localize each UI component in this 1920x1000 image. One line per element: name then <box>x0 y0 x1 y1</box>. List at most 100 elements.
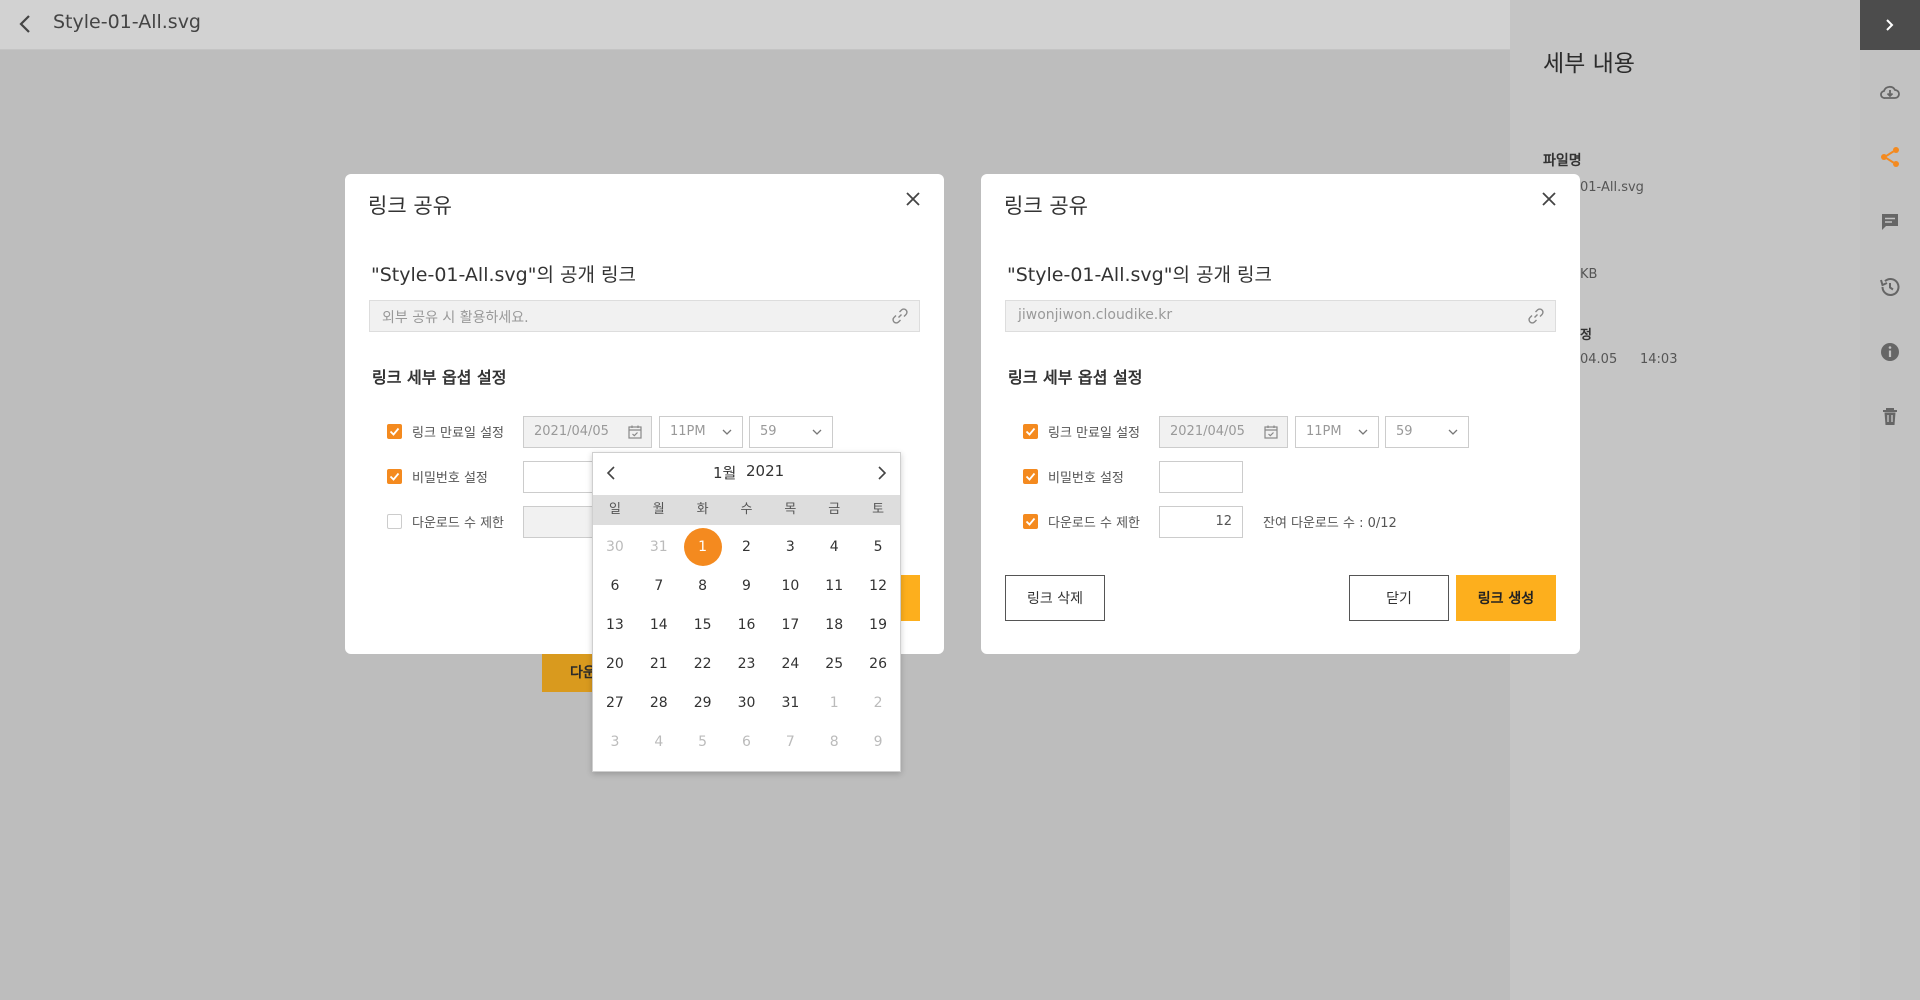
comment-icon[interactable] <box>1878 210 1902 234</box>
calendar-day[interactable]: 11 <box>812 566 856 605</box>
calendar-day[interactable]: 25 <box>812 644 856 683</box>
calendar-day[interactable]: 8 <box>681 566 725 605</box>
calendar-day[interactable]: 19 <box>856 605 900 644</box>
calendar-day[interactable]: 9 <box>856 722 900 761</box>
calendar-day[interactable]: 30 <box>725 683 769 722</box>
calendar-day-number: 12 <box>869 577 887 594</box>
calendar-day-number: 18 <box>825 616 844 633</box>
share-icon[interactable] <box>1878 145 1902 169</box>
calendar-day[interactable]: 30 <box>593 527 637 566</box>
back-arrow-icon[interactable] <box>14 12 38 36</box>
options-title: 링크 세부 옵셥 설정 <box>1008 368 1143 387</box>
calendar-day[interactable]: 2 <box>856 683 900 722</box>
link-icon[interactable] <box>1527 307 1545 325</box>
calendar-day[interactable]: 27 <box>593 683 637 722</box>
calendar-day[interactable]: 10 <box>768 566 812 605</box>
calendar-day[interactable]: 13 <box>593 605 637 644</box>
password-input[interactable] <box>1159 461 1243 493</box>
public-link-input[interactable]: jiwonjiwon.cloudike.kr <box>1005 300 1556 332</box>
calendar-day[interactable]: 14 <box>637 605 681 644</box>
calendar-day[interactable]: 12 <box>856 566 900 605</box>
calendar-day[interactable]: 24 <box>768 644 812 683</box>
calendar-day[interactable]: 28 <box>637 683 681 722</box>
chevron-down-icon <box>1358 429 1368 435</box>
dialog-title: 링크 공유 <box>1004 194 1088 218</box>
calendar-day-number: 6 <box>610 577 620 594</box>
calendar-day[interactable]: 18 <box>812 605 856 644</box>
check-icon <box>389 472 400 481</box>
next-month-icon[interactable] <box>872 463 892 483</box>
expire-minute-select[interactable]: 59 <box>1385 416 1469 448</box>
expire-checkbox[interactable] <box>387 423 402 439</box>
collapse-panel-button[interactable] <box>1860 0 1920 50</box>
calendar-day[interactable]: 31 <box>637 527 681 566</box>
expire-checkbox[interactable] <box>1023 423 1038 439</box>
expire-date-input[interactable]: 2021/04/05 <box>1159 416 1288 448</box>
calendar-day[interactable]: 3 <box>768 527 812 566</box>
calendar-day[interactable]: 4 <box>637 722 681 761</box>
calendar-day[interactable]: 17 <box>768 605 812 644</box>
calendar-day[interactable]: 7 <box>637 566 681 605</box>
calendar-day-number: 3 <box>785 538 795 555</box>
calendar-month[interactable]: 1월 <box>713 462 736 483</box>
calendar-day-number: 2 <box>742 538 751 555</box>
calendar-day-selected[interactable]: 1 <box>681 527 725 566</box>
calendar-icon[interactable] <box>627 424 643 440</box>
download-limit-label: 다운로드 수 제한 <box>412 515 504 531</box>
dialog-subtitle: "Style-01-All.svg"의 공개 링크 <box>1007 264 1272 286</box>
close-icon[interactable] <box>902 188 924 210</box>
expire-hour-value: 11PM <box>1306 424 1342 439</box>
calendar-day[interactable]: 6 <box>725 722 769 761</box>
expire-hour-select[interactable]: 11PM <box>659 416 743 448</box>
password-checkbox[interactable] <box>1023 468 1038 484</box>
calendar-day[interactable]: 6 <box>593 566 637 605</box>
check-icon <box>1025 472 1036 481</box>
calendar-day[interactable]: 16 <box>725 605 769 644</box>
calendar-day[interactable]: 22 <box>681 644 725 683</box>
calendar-day-number: 13 <box>606 616 624 633</box>
calendar-day[interactable]: 29 <box>681 683 725 722</box>
calendar-day[interactable]: 2 <box>725 527 769 566</box>
trash-icon[interactable] <box>1878 405 1902 429</box>
calendar-icon[interactable] <box>1263 424 1279 440</box>
calendar-day[interactable]: 5 <box>681 722 725 761</box>
calendar-day[interactable]: 21 <box>637 644 681 683</box>
close-icon[interactable] <box>1538 188 1560 210</box>
calendar-day[interactable]: 4 <box>812 527 856 566</box>
calendar-day[interactable]: 31 <box>768 683 812 722</box>
calendar-day[interactable]: 1 <box>812 683 856 722</box>
close-button[interactable]: 닫기 <box>1349 575 1449 621</box>
calendar-day[interactable]: 26 <box>856 644 900 683</box>
calendar-day[interactable]: 23 <box>725 644 769 683</box>
prev-month-icon[interactable] <box>601 463 621 483</box>
info-icon[interactable] <box>1878 340 1902 364</box>
download-limit-checkbox[interactable] <box>1023 513 1038 529</box>
calendar-day[interactable]: 9 <box>725 566 769 605</box>
calendar-year[interactable]: 2021 <box>746 462 784 480</box>
options-title: 링크 세부 옵셥 설정 <box>372 368 507 387</box>
calendar-day[interactable]: 20 <box>593 644 637 683</box>
expire-date-input[interactable]: 2021/04/05 <box>523 416 652 448</box>
expire-minute-select[interactable]: 59 <box>749 416 833 448</box>
calendar-day[interactable]: 7 <box>768 722 812 761</box>
cloud-download-icon[interactable] <box>1878 80 1902 104</box>
download-limit-checkbox[interactable] <box>387 513 402 529</box>
weekday-label: 수 <box>740 502 753 517</box>
download-limit-input[interactable]: 12 <box>1159 506 1243 538</box>
create-link-button[interactable]: 링크 생성 <box>1456 575 1556 621</box>
link-placeholder: 외부 공유 시 활용하세요. <box>382 310 529 326</box>
calendar-day[interactable]: 8 <box>812 722 856 761</box>
delete-link-button[interactable]: 링크 삭제 <box>1005 575 1105 621</box>
public-link-input[interactable]: 외부 공유 시 활용하세요. <box>369 300 920 332</box>
history-icon[interactable] <box>1878 275 1902 299</box>
calendar-day-number: 11 <box>825 577 844 594</box>
calendar-day[interactable]: 5 <box>856 527 900 566</box>
calendar-day[interactable]: 3 <box>593 722 637 761</box>
weekday-label: 토 <box>872 502 885 517</box>
calendar-day[interactable]: 15 <box>681 605 725 644</box>
link-icon[interactable] <box>891 307 909 325</box>
file-name-label: 파일명 <box>1543 153 1582 169</box>
expire-hour-select[interactable]: 11PM <box>1295 416 1379 448</box>
password-checkbox[interactable] <box>387 468 402 484</box>
modified-time: 14:03 <box>1640 352 1678 367</box>
